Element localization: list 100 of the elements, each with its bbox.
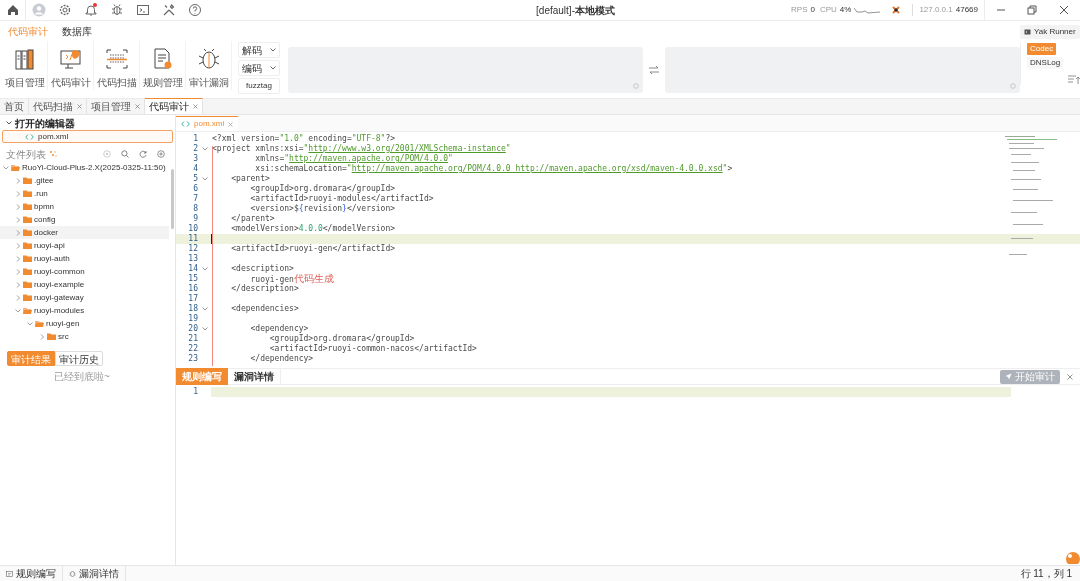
toolbar-button[interactable]: 规则管理 xyxy=(140,41,186,90)
tree-item[interactable]: src xyxy=(0,330,169,343)
fuzztag-button[interactable]: fuzztag xyxy=(238,78,280,94)
page-tab[interactable]: 代码扫描 xyxy=(29,98,87,114)
bug-icon[interactable] xyxy=(110,3,124,17)
rps-value: 0 xyxy=(810,4,815,16)
restore-icon[interactable] xyxy=(1026,4,1038,16)
folder-icon xyxy=(47,333,56,340)
dropdown[interactable]: 编码 xyxy=(238,60,280,76)
line-number: 5 xyxy=(192,174,198,184)
page-tab[interactable]: 首页 xyxy=(0,98,29,114)
code-line: <groupId>org.dromara</groupId> xyxy=(268,334,415,343)
line-number: 17 xyxy=(187,294,198,304)
close-icon[interactable] xyxy=(1058,4,1070,16)
tree-item[interactable]: ruoyi-modules xyxy=(0,304,169,317)
home-icon[interactable] xyxy=(5,3,20,17)
segment-tab[interactable]: 审计历史 xyxy=(55,351,103,366)
search-icon[interactable] xyxy=(121,150,129,158)
terminal-icon[interactable] xyxy=(136,3,150,17)
toolbar-button[interactable]: 代码扫描 xyxy=(94,41,140,90)
sort-icon[interactable] xyxy=(1067,75,1080,85)
line-number: 9 xyxy=(192,214,198,224)
close-icon[interactable] xyxy=(193,104,198,109)
code-line: <version>${revision}</version> xyxy=(249,204,396,213)
cpu-label: CPU xyxy=(819,4,837,16)
line-number: 19 xyxy=(187,314,198,324)
fold-icon[interactable] xyxy=(201,267,208,271)
status-item[interactable]: 规则编写 xyxy=(0,565,63,581)
engine-icon[interactable] xyxy=(891,5,902,15)
terminal-icon xyxy=(1024,29,1031,35)
avatar-icon[interactable] xyxy=(32,3,46,17)
tree-item[interactable]: .run xyxy=(0,187,169,200)
line-number: 18 xyxy=(187,304,198,314)
books-icon xyxy=(12,47,37,71)
line-number: 14 xyxy=(187,264,198,274)
close-icon[interactable] xyxy=(1067,373,1073,380)
tree-item[interactable]: config xyxy=(0,213,169,226)
tree-item[interactable]: ruoyi-api xyxy=(0,239,169,252)
refresh-icon[interactable] xyxy=(139,150,147,158)
bell-icon[interactable] xyxy=(84,3,98,17)
fold-icon[interactable] xyxy=(201,327,208,331)
code-line: <parent> xyxy=(230,174,270,183)
swap-icon[interactable] xyxy=(648,64,660,75)
add-icon[interactable] xyxy=(157,150,165,158)
tree-item[interactable]: RuoYi-Cloud-Plus-2.X(2025-0325-11:50) xyxy=(0,161,169,174)
open-file-item[interactable]: pom.xml xyxy=(2,130,173,143)
toolbar-button[interactable]: 审计漏洞 xyxy=(186,41,232,90)
dropdown[interactable]: 解码 xyxy=(238,42,280,58)
line-number: 10 xyxy=(187,224,198,234)
line-number: 15 xyxy=(187,274,198,284)
scan-icon xyxy=(104,47,129,71)
code-line: <dependency> xyxy=(249,324,309,333)
line-number: 13 xyxy=(187,254,198,264)
rps-label: RPS xyxy=(791,4,808,16)
code-line: <artifactId>ruoyi-modules</artifactId> xyxy=(249,194,434,203)
line-number: 23 xyxy=(187,354,198,364)
line-number: 11 xyxy=(187,234,198,244)
line-number: 3 xyxy=(192,154,198,164)
toolbar-button[interactable]: 代码审计 xyxy=(48,41,94,90)
line-number: 7 xyxy=(192,194,198,204)
line-number: 2 xyxy=(192,144,198,154)
settings-icon[interactable] xyxy=(58,3,72,17)
code-line: xsi:schemaLocation="http://maven.apache.org/POM/4.0.0 http://maven.apache.org/xsd/maven-4.0.0.xsd"> xyxy=(254,164,733,173)
tree-item[interactable]: .gitee xyxy=(0,174,169,187)
tree-item[interactable]: docker xyxy=(0,226,169,239)
line-number: 20 xyxy=(187,324,198,334)
panel-tab[interactable]: 漏洞详情 xyxy=(228,368,281,385)
ribbon-tab[interactable]: 数据库 xyxy=(62,23,92,39)
code-line: ruoyi-gen代码生成 xyxy=(250,275,334,284)
tree-item[interactable]: bpmn xyxy=(0,200,169,213)
tree-item[interactable]: ruoyi-common xyxy=(0,265,169,278)
status-item[interactable]: 漏洞详情 xyxy=(63,565,126,581)
tree-item[interactable]: ruoyi-gen xyxy=(0,317,169,330)
toolbar-button[interactable]: 项目管理 xyxy=(2,41,48,90)
code-line: <groupId>org.dromara</groupId> xyxy=(249,184,396,193)
code-line: <artifactId>ruoyi-gen</artifactId> xyxy=(230,244,396,253)
tree-item[interactable]: ruoyi-auth xyxy=(0,252,169,265)
side-tab[interactable]: DNSLog xyxy=(1027,57,1064,69)
code-icon xyxy=(25,133,34,140)
fold-icon[interactable] xyxy=(201,147,208,151)
page-tab[interactable]: 代码审计 xyxy=(145,98,203,114)
line-number: 16 xyxy=(187,284,198,294)
runner-button[interactable]: Yak Runner xyxy=(1020,25,1080,39)
tools-icon[interactable] xyxy=(162,3,176,17)
target-icon[interactable] xyxy=(103,150,111,158)
line-number: 1 xyxy=(192,134,198,144)
cursor-position: 行 11，列 1 xyxy=(1020,567,1072,581)
folder-icon xyxy=(23,307,32,314)
fold-icon[interactable] xyxy=(201,307,208,311)
fold-icon[interactable] xyxy=(201,177,208,181)
resize-icon xyxy=(633,82,639,89)
chevron-down-icon[interactable] xyxy=(6,120,12,126)
sparkle-icon xyxy=(49,150,57,158)
section-title: 文件列表 xyxy=(6,147,46,162)
monitor-icon xyxy=(58,47,83,71)
chevron-down-icon xyxy=(270,48,276,52)
chevron-right-icon[interactable] xyxy=(39,333,45,340)
tree-item[interactable]: ruoyi-gateway xyxy=(0,291,169,304)
tree-item[interactable]: ruoyi-example xyxy=(0,278,169,291)
help-icon[interactable] xyxy=(188,3,202,17)
